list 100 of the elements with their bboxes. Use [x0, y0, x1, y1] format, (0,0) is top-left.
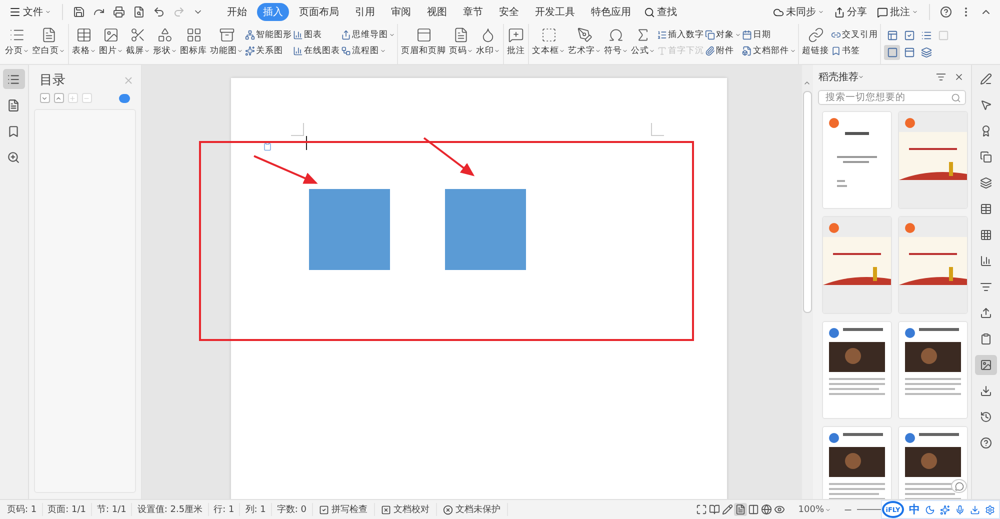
status-button[interactable]: 拼写检查 — [312, 503, 374, 516]
caret-icon — [622, 48, 628, 54]
shapes-icon — [980, 151, 992, 163]
sidebar-button[interactable] — [975, 355, 998, 375]
menu-tab[interactable]: 引用 — [349, 3, 381, 21]
ribbon-button[interactable]: 艺术字 — [567, 26, 602, 58]
ribbon-button[interactable]: 水印 — [475, 26, 501, 58]
view-button[interactable] — [760, 503, 774, 516]
view-toggle[interactable] — [884, 45, 900, 60]
ribbon-button[interactable]: 批注 — [506, 26, 526, 58]
ribbon-button[interactable]: 图表 — [293, 29, 340, 41]
repeat-icon[interactable] — [93, 6, 105, 18]
ribbon-button[interactable]: 公式 — [630, 26, 656, 58]
view-button[interactable] — [708, 503, 722, 516]
status-text: 列: 1 — [240, 503, 272, 516]
shapes-icon — [157, 27, 173, 43]
print-preview-icon[interactable] — [133, 6, 145, 18]
settings-icon[interactable] — [985, 504, 995, 514]
document-part-icon — [742, 46, 752, 56]
status-button[interactable]: 文档未保护 — [436, 503, 508, 516]
ribbon-button[interactable]: 文档部件 — [742, 45, 796, 57]
ribbon-button[interactable]: 页眉和页脚 — [400, 26, 447, 58]
ribbon-button[interactable]: 关系图 — [245, 45, 292, 57]
download-icon — [980, 385, 992, 397]
ribbon-button[interactable]: 超链接 — [801, 26, 830, 58]
download-icon[interactable] — [970, 504, 980, 514]
unprotected-icon — [442, 504, 452, 514]
status-text: 字数: 0 — [272, 503, 312, 516]
ribbon-button[interactable]: 在线图表 — [293, 45, 340, 57]
view-button[interactable] — [747, 503, 760, 516]
ribbon-button[interactable]: 流程图 — [341, 45, 395, 57]
search-field[interactable]: 搜索一切您想要的 — [818, 90, 966, 105]
find-button[interactable]: 查找 — [641, 2, 680, 22]
ribbon-button[interactable]: 对象 — [705, 29, 741, 41]
menu-tab[interactable]: 章节 — [457, 3, 489, 21]
template-card[interactable] — [822, 426, 892, 499]
ribbon-button[interactable]: 功能图 — [209, 26, 244, 58]
table-icon — [980, 203, 992, 215]
ribbon-button[interactable]: 图片 — [98, 26, 124, 58]
file-menu[interactable]: 文件 — [6, 2, 54, 22]
ribbon-button[interactable]: 文本框 — [531, 26, 566, 58]
save-icon[interactable] — [73, 6, 85, 18]
close-icon[interactable] — [954, 72, 964, 82]
image-icon — [103, 27, 119, 43]
view-button[interactable] — [721, 503, 734, 516]
grid-icon — [186, 27, 202, 43]
menu-tab[interactable]: 安全 — [493, 3, 525, 21]
ribbon-button[interactable]: 分页 — [4, 26, 30, 58]
sidebar-button[interactable] — [2, 69, 25, 89]
sort-icon[interactable] — [936, 72, 946, 82]
menu-tab[interactable]: 开发工具 — [529, 3, 581, 21]
ime-mode[interactable]: 中 — [909, 502, 920, 517]
menu-tab[interactable]: 特色应用 — [585, 3, 637, 21]
panel-title[interactable]: 稻壳推荐 — [818, 70, 864, 84]
status-text: 行: 1 — [208, 503, 240, 516]
pen-icon — [980, 73, 992, 85]
caret-icon — [559, 48, 565, 54]
menu-tab[interactable]: 视图 — [421, 3, 453, 21]
ribbon-button[interactable]: 日期 — [742, 29, 796, 41]
scissors-icon — [130, 27, 146, 43]
ribbon-button[interactable]: 表格 — [71, 26, 97, 58]
panel-title: 目录 — [40, 72, 66, 89]
ribbon-button[interactable]: 插入数字 — [657, 29, 704, 41]
undo-icon[interactable] — [153, 6, 165, 18]
paste-options-icon[interactable] — [263, 142, 272, 151]
moon-icon[interactable] — [925, 504, 935, 514]
ribbon-button[interactable]: 页码 — [448, 26, 474, 58]
ribbon-button[interactable]: 图标库 — [179, 26, 208, 58]
print-icon[interactable] — [113, 6, 125, 18]
scrollbar-thumb[interactable] — [802, 91, 812, 313]
outline-level-button[interactable] — [54, 93, 64, 103]
outline-level-button[interactable] — [40, 93, 50, 103]
ribbon-button[interactable]: 符号 — [603, 26, 629, 58]
menu-tab[interactable]: 审阅 — [385, 3, 417, 21]
ribbon-button[interactable]: 空白页 — [31, 26, 66, 58]
menu-tab[interactable]: 页面布局 — [293, 3, 345, 21]
ribbon-button[interactable]: 截屏 — [125, 26, 151, 58]
ribbon-button[interactable]: 智能图形 — [245, 29, 292, 41]
zoom-dropdown[interactable]: 100% — [792, 504, 837, 516]
view-button[interactable] — [695, 503, 708, 516]
microphone-icon[interactable] — [955, 504, 965, 514]
ribbon-button[interactable]: 附件 — [705, 45, 741, 57]
pointer-icon — [980, 99, 992, 111]
toolbar-button[interactable]: 分享 — [831, 2, 870, 22]
template-card[interactable] — [898, 426, 968, 499]
share-icon — [834, 6, 845, 18]
toggle-switch[interactable] — [119, 94, 130, 102]
status-button[interactable]: 文档校对 — [374, 503, 436, 516]
caret-icon — [90, 48, 96, 54]
ribbon-button[interactable]: 思维导图 — [341, 29, 395, 41]
help-icon[interactable] — [940, 6, 952, 18]
toolbar-button[interactable]: 批注 — [874, 2, 921, 22]
view-button[interactable] — [773, 503, 786, 516]
scroll-up-icon[interactable] — [803, 79, 812, 87]
ribbon-button[interactable]: 书签 — [831, 45, 878, 57]
ribbon-button[interactable]: 形状 — [152, 26, 178, 58]
ribbon-button[interactable]: 交叉引用 — [831, 29, 878, 41]
toolbar-button[interactable]: 未同步 — [770, 2, 827, 22]
view-button[interactable] — [734, 503, 748, 516]
menu-tab[interactable]: 开始 — [221, 3, 253, 21]
